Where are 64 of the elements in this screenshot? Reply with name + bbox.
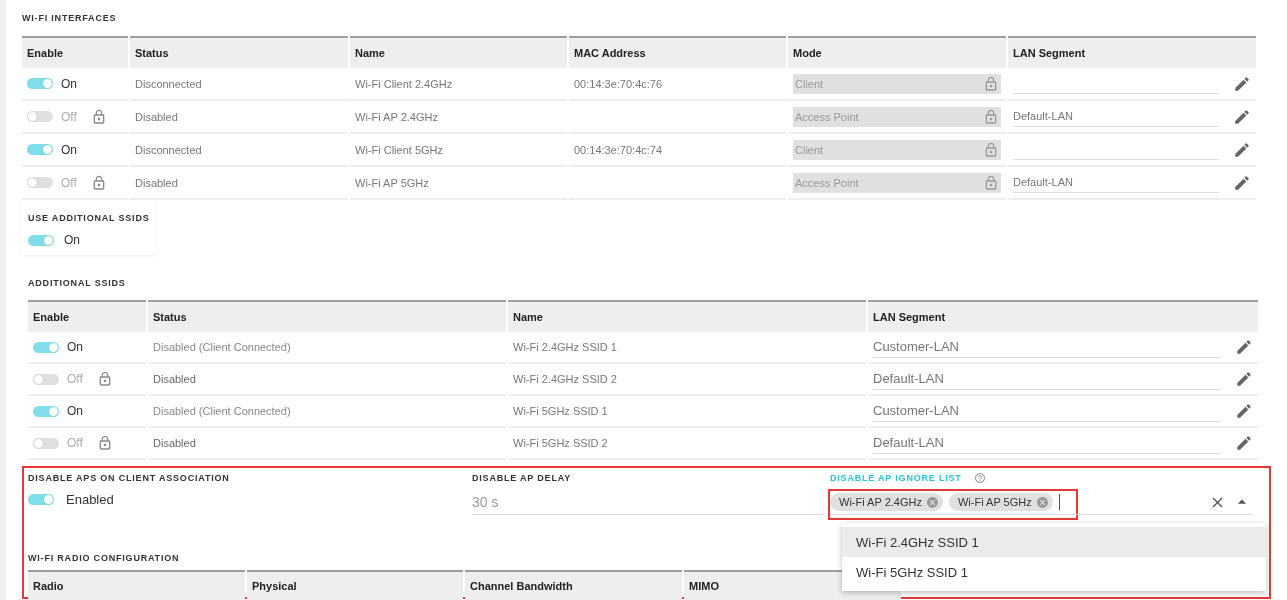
toggle-label: On (61, 76, 77, 91)
status-text: Disabled (Client Connected) (153, 341, 291, 353)
mac-address: 00:14:3e:70:4c:74 (574, 143, 663, 156)
status-text: Disabled (135, 110, 178, 123)
setting-label: DISABLE APS ON CLIENT ASSOCIATION (28, 472, 231, 484)
field-label: DISABLE AP DELAY (472, 472, 572, 484)
ssid-name: Wi-Fi 5GHz SSID 2 (513, 437, 608, 449)
column-header: Name (508, 300, 866, 332)
column-header: Status (130, 36, 348, 68)
column-header: Name (350, 36, 567, 68)
lan-segment-field[interactable]: Customer-LAN (873, 400, 1221, 422)
chip[interactable]: Wi-Fi AP 2.4GHz (830, 493, 943, 511)
column-header: Status (148, 300, 506, 332)
chip[interactable]: Wi-Fi AP 5GHz (948, 493, 1053, 511)
column-header: Physical (247, 570, 463, 600)
ssid-name: Wi-Fi 2.4GHz SSID 1 (513, 341, 617, 353)
section-title: WI-FI RADIO CONFIGURATION (28, 552, 181, 564)
interface-name: Wi-Fi Client 5GHz (355, 143, 443, 156)
toggle-label: On (67, 404, 83, 418)
section-title: ADDITIONAL SSIDS (28, 277, 127, 289)
column-header: Mode (788, 36, 1006, 68)
delay-field[interactable]: 30 s (472, 490, 824, 515)
column-header: LAN Segment (1008, 36, 1256, 68)
interface-name: Wi-Fi Client 2.4GHz (355, 77, 453, 90)
lan-segment-field[interactable]: Customer-LAN (873, 336, 1221, 358)
lan-segment-field[interactable]: Default-LAN (873, 368, 1221, 390)
column-header: LAN Segment (868, 300, 1258, 332)
interface-name: Wi-Fi AP 5GHz (355, 176, 429, 189)
toggle-label: Off (67, 436, 83, 450)
status-text: Disabled (135, 176, 178, 189)
status-text: Disabled (153, 373, 196, 385)
lan-segment-field[interactable]: Default-LAN (1013, 106, 1219, 127)
toggle-label: On (61, 142, 77, 157)
column-header: MAC Address (569, 36, 786, 68)
mode-field: Access Point (793, 172, 1001, 193)
menu-item[interactable]: Wi-Fi 2.4GHz SSID 1 (842, 527, 1266, 557)
toggle-label: On (67, 340, 83, 354)
column-header: Enable (28, 300, 146, 332)
ssid-name: Wi-Fi 5GHz SSID 1 (513, 405, 608, 417)
section-title: WI-FI INTERFACES (22, 12, 118, 24)
column-header: Radio (28, 570, 245, 600)
toggle-label: Off (67, 372, 83, 386)
lan-segment-field[interactable]: Default-LAN (873, 432, 1221, 454)
status-text: Disconnected (135, 143, 202, 156)
field-label: DISABLE AP IGNORE LIST (830, 472, 962, 484)
lan-segment-field[interactable]: Default-LAN (1013, 172, 1219, 193)
interface-name: Wi-Fi AP 2.4GHz (355, 110, 438, 123)
status-text: Disconnected (135, 77, 202, 90)
status-text: Disabled (153, 437, 196, 449)
mac-address: 00:14:3e:70:4c:76 (574, 77, 663, 90)
mode-field: Client (793, 139, 1001, 160)
toggle-label: On (64, 233, 80, 247)
toggle-label: Enabled (66, 492, 114, 507)
ssid-name: Wi-Fi 2.4GHz SSID 2 (513, 373, 617, 385)
setting-label: USE ADDITIONAL SSIDS (28, 212, 150, 224)
ignore-list-field[interactable]: Wi-Fi AP 2.4GHz Wi-Fi AP 5GHz (830, 490, 1252, 515)
toggle-label: Off (61, 109, 77, 124)
column-header: Enable (22, 36, 128, 68)
mode-field: Client (793, 73, 1001, 94)
menu-item[interactable]: Wi-Fi 5GHz SSID 1 (842, 557, 1266, 587)
status-text: Disabled (Client Connected) (153, 405, 291, 417)
mode-field: Access Point (793, 106, 1001, 127)
toggle-label: Off (61, 175, 77, 190)
column-header: Channel Bandwidth (465, 570, 682, 600)
